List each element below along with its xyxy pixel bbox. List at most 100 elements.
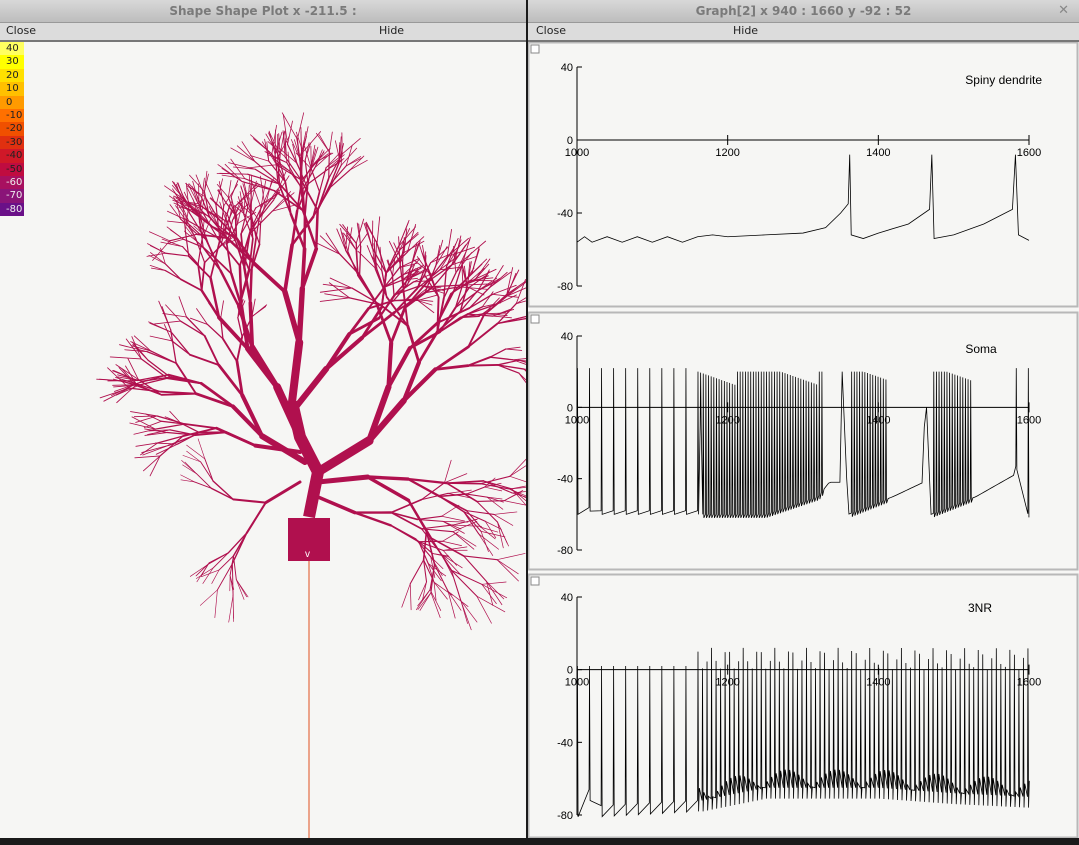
dendrite-segment	[481, 583, 497, 604]
y-tick-label: 0	[567, 135, 573, 147]
dendrite-segment	[505, 346, 521, 350]
graph-panel: 400-40-801000 1200 1400 1600Soma	[528, 311, 1079, 571]
dendrite-segment	[467, 363, 499, 367]
dendrite-segment	[389, 524, 420, 543]
dendrite-segment	[160, 392, 197, 396]
dendrite-segment	[129, 422, 156, 430]
dendrite-segment	[199, 589, 218, 606]
dendrite-segment	[489, 348, 507, 358]
dendrite-segment	[358, 245, 362, 276]
dendrite-segment	[245, 501, 267, 534]
dendrite-segment	[450, 569, 483, 585]
dendrite-segment	[165, 252, 190, 257]
dendrite-segment	[165, 304, 181, 322]
x-tick-label: 1200	[715, 147, 739, 159]
dendrite-segment	[135, 415, 158, 423]
dendrite-segment	[353, 511, 392, 527]
dendrite-segment	[442, 520, 469, 523]
dendrite-segment	[234, 214, 238, 239]
dendrite-segment	[143, 455, 161, 472]
dendrite-segment	[313, 436, 374, 477]
dendrite-segment	[182, 455, 201, 463]
dendrite-segment	[496, 559, 519, 582]
y-tick-label: -40	[557, 737, 573, 749]
dendrite-segment	[480, 530, 489, 552]
dendrite-segment	[390, 511, 419, 521]
dendrite-segment	[319, 297, 350, 302]
dendrite-segment	[226, 236, 256, 265]
dendrite-segment	[237, 316, 243, 338]
panel-checkbox	[530, 314, 540, 324]
y-tick-label: 40	[561, 592, 573, 604]
dendrite-segment	[200, 261, 206, 292]
dendrite-segment	[409, 559, 425, 585]
dendrite-segment	[481, 581, 507, 585]
x-tick-label: 1200	[715, 677, 739, 689]
dendrite-segment	[232, 498, 267, 504]
dendrite-segment	[460, 600, 478, 623]
dendrite-segment	[179, 278, 203, 292]
dendrite-segment	[489, 271, 512, 289]
dendrite-segment	[198, 183, 200, 213]
dendrite-segment	[319, 287, 353, 293]
neuron-morphology: v	[96, 112, 526, 838]
dendrite-segment	[329, 164, 342, 189]
dendrite-segment	[316, 495, 357, 515]
y-tick-label: -40	[557, 474, 573, 486]
dendrite-segment	[509, 475, 526, 483]
dendrite-segment	[417, 299, 435, 314]
y-tick-label: 40	[561, 62, 573, 74]
dendrite-segment	[496, 359, 520, 366]
dendrite-segment	[214, 589, 218, 618]
dendrite-segment	[366, 475, 411, 503]
graph-hide-button[interactable]: Hide	[733, 24, 758, 37]
dendrite-segment	[518, 372, 526, 384]
dendrite-segment	[463, 555, 498, 561]
x-tick-label: 1600	[1017, 414, 1041, 426]
dendrite-segment	[417, 592, 432, 610]
dendrite-segment	[296, 285, 306, 346]
y-tick-label: 40	[561, 331, 573, 343]
close-icon[interactable]: ✕	[1058, 0, 1069, 22]
dendrite-segment	[497, 521, 509, 547]
dendrite-segment	[208, 302, 222, 319]
dendrite-segment	[135, 442, 158, 447]
dendrite-segment	[438, 495, 465, 513]
graph-close-button[interactable]: Close	[536, 24, 566, 37]
dendrite-segment	[324, 293, 350, 299]
dendrite-segment	[186, 450, 201, 463]
dendrite-segment	[497, 521, 504, 549]
dendrite-segment	[436, 296, 440, 333]
dendrite-segment	[452, 531, 475, 550]
dendrite-segment	[496, 559, 519, 575]
dendrite-segment	[154, 423, 186, 430]
dendrite-segment	[480, 475, 511, 485]
dendrite-segment	[251, 306, 267, 318]
graph-canvas: 40 0 -40 -80 1000 1200 1400 1600 Spiny dendrite 4…	[528, 42, 1079, 838]
y-tick-label: -80	[557, 281, 573, 293]
shape-canvas[interactable]: 40 30 20 10 0 -10 -20 -30 -40 -50 -60 -70 -80 v	[0, 42, 526, 838]
dendrite-segment	[315, 474, 371, 485]
y-tick-label: 0	[567, 665, 573, 677]
dendrite-segment	[315, 132, 330, 153]
dendrite-segment	[182, 238, 204, 248]
graph-panel: 400-40-801000 1200 1400 16003NR	[528, 573, 1079, 838]
dendrite-segment	[314, 209, 319, 251]
graph-title-text: Graph[2] x 940 : 1660 y -92 : 52	[695, 4, 912, 18]
dendrite-segment	[228, 594, 234, 623]
shape-window-title[interactable]: Shape Shape Plot x -211.5 :	[0, 0, 526, 23]
dendrite-segment	[478, 533, 499, 550]
shape-close-button[interactable]: Close	[6, 24, 36, 37]
dendrite-segment	[328, 131, 333, 153]
dendrite-segment	[149, 335, 173, 342]
dendrite-segment	[264, 480, 302, 505]
dendrite-segment	[391, 274, 395, 297]
dendrite-segment	[481, 583, 508, 599]
panel-title: 3NR	[968, 601, 992, 615]
shape-hide-button[interactable]: Hide	[379, 24, 404, 37]
dendrite-segment	[430, 253, 452, 264]
dendrite-segment	[221, 337, 238, 363]
graph-window-title[interactable]: Graph[2] x 940 : 1660 y -92 : 52 ✕	[528, 0, 1079, 23]
graph-window: Graph[2] x 940 : 1660 y -92 : 52 ✕ Close…	[528, 0, 1079, 838]
dendrite-segment	[444, 459, 452, 484]
